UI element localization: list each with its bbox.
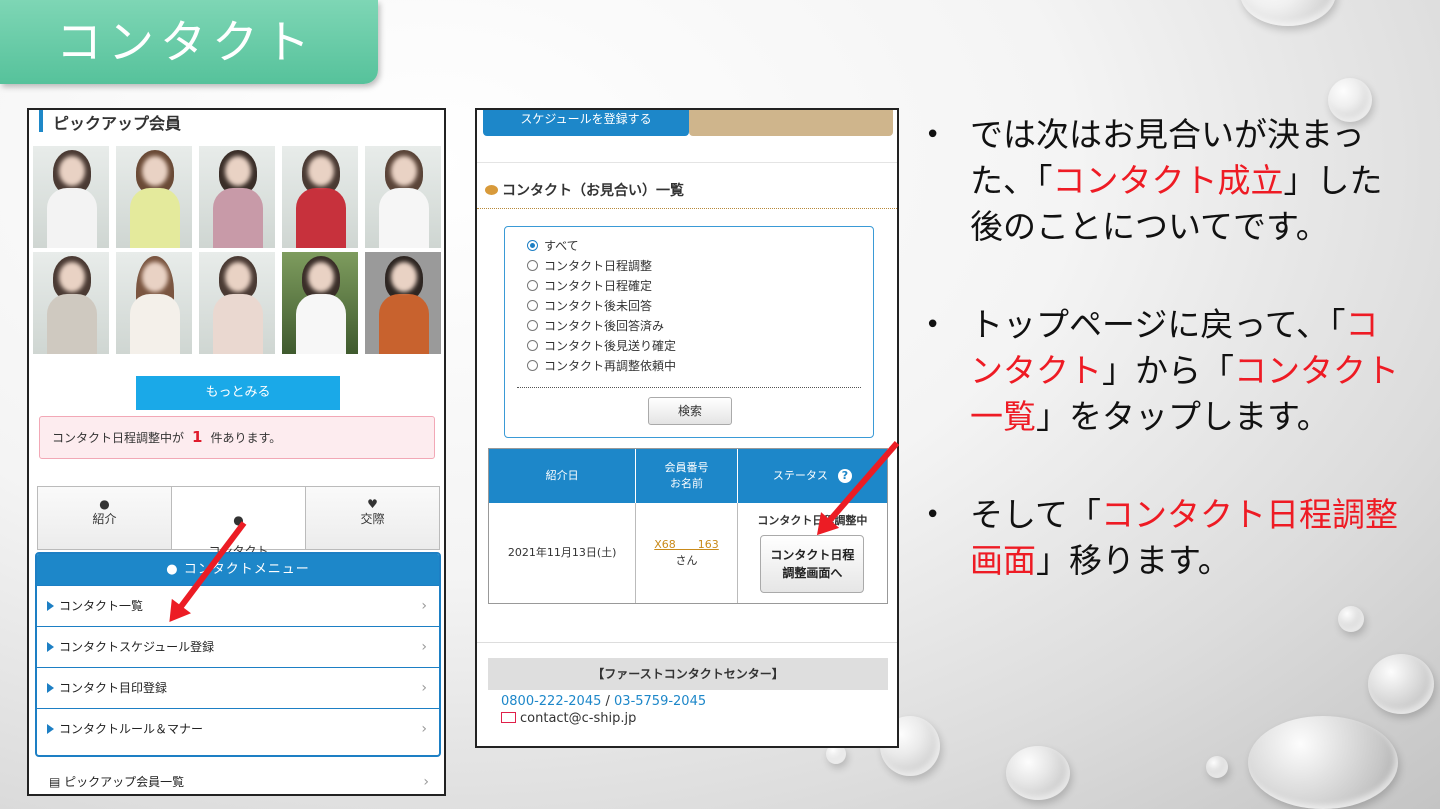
triangle-icon [47, 601, 54, 611]
member-photo[interactable] [282, 146, 358, 248]
radio-icon [527, 260, 538, 271]
divider [517, 387, 861, 388]
menu-item-contact-list[interactable]: コンタクト一覧 › [37, 585, 439, 626]
chevron-right-icon: › [421, 598, 427, 614]
notice-suffix: 件あります。 [210, 431, 282, 445]
pickup-members-header: ピックアップ会員 [39, 110, 181, 133]
radio-icon [527, 320, 538, 331]
heart-icon: ♥ [367, 497, 378, 511]
bullet-point: では次はお見合いが決まった、「コンタクト成立」した後のことについてです。 [925, 112, 1405, 250]
col-date: 紹介日 [489, 449, 637, 503]
email-row: contact@c-ship.jp [488, 711, 888, 726]
radio-icon [527, 280, 538, 291]
phone-link-2[interactable]: 03-5759-2045 [614, 694, 706, 709]
table-header: 紹介日 会員番号 お名前 ステータス? [489, 449, 887, 503]
col-member: 会員番号 お名前 [636, 449, 738, 503]
member-photo[interactable] [116, 252, 192, 354]
water-drop [1006, 746, 1070, 800]
mail-icon [501, 712, 516, 723]
divider [477, 208, 897, 209]
tab-dating[interactable]: ♥ 交際 [306, 487, 439, 549]
notice-prefix: コンタクト日程調整中が [52, 431, 185, 445]
explanation-bullets: では次はお見合いが決まった、「コンタクト成立」した後のことについてです。 トップ… [925, 112, 1405, 636]
contact-list-screenshot: スケジュールを登録する コンタクト（お見合い）一覧 すべて コンタクト日程調整 … [475, 108, 899, 748]
contact-list-title: コンタクト（お見合い）一覧 [485, 180, 684, 200]
menu-item-rules-manners[interactable]: コンタクトルール＆マナー › [37, 708, 439, 749]
contact-menu: ● コンタクトメニュー コンタクト一覧 › コンタクトスケジュール登録 › コンタク… [35, 552, 441, 757]
register-schedule-button[interactable]: スケジュールを登録する [483, 110, 689, 136]
filter-option[interactable]: コンタクト後回答済み [527, 317, 664, 335]
member-photo[interactable] [33, 252, 109, 354]
member-number-link[interactable]: X68 163 [654, 537, 719, 553]
menu-item-mark-register[interactable]: コンタクト目印登録 › [37, 667, 439, 708]
triangle-icon [47, 642, 54, 652]
tab-label: 交際 [360, 512, 385, 526]
chevron-right-icon: › [423, 774, 429, 790]
top-page-screenshot: ピックアップ会員 もっとみる コンタクト日程調整中が 1 件あります。 ● 紹介 ●… [27, 108, 446, 796]
slide-title: コンタクト [0, 0, 378, 84]
member-suffix: さん [675, 554, 698, 567]
radio-icon [527, 340, 538, 351]
triangle-icon [47, 724, 54, 734]
help-icon[interactable]: ? [837, 469, 852, 483]
filter-option[interactable]: コンタクト後未回答 [527, 297, 652, 315]
filter-option[interactable]: コンタクト再調整依頼中 [527, 357, 676, 375]
water-drop [1248, 716, 1398, 809]
member-cell: X68 163 さん [636, 503, 738, 603]
member-photo[interactable] [199, 146, 275, 248]
chevron-right-icon: › [421, 639, 427, 655]
member-photo[interactable] [365, 252, 441, 354]
schedule-notice[interactable]: コンタクト日程調整中が 1 件あります。 [39, 416, 435, 459]
show-more-button[interactable]: もっとみる [136, 376, 340, 410]
search-button[interactable]: 検索 [648, 397, 732, 425]
speech-bubble-icon: ● [166, 562, 184, 577]
category-tabs: ● 紹介 ● コンタクト (お見合い) ♥ 交際 [37, 486, 440, 574]
triangle-icon [47, 683, 54, 693]
member-photo[interactable] [33, 146, 109, 248]
tab-label: 紹介 [92, 512, 117, 526]
radio-icon [527, 300, 538, 311]
phone-link-1[interactable]: 0800-222-2045 [501, 694, 601, 709]
list-icon: ▤ [49, 775, 65, 789]
speech-bubble-icon [485, 185, 498, 195]
email-link[interactable]: contact@c-ship.jp [520, 711, 636, 726]
water-drop [1368, 654, 1434, 714]
status-cell: コンタクト日程調整中 コンタクト日程 調整画面へ [738, 503, 887, 603]
tab-contact[interactable]: ● コンタクト (お見合い) [172, 487, 306, 574]
filter-option[interactable]: コンタクト後見送り確定 [527, 337, 676, 355]
divider [477, 642, 897, 643]
first-contact-title: 【ファーストコンタクトセンター】 [488, 658, 888, 690]
user-icon: ● [99, 497, 110, 511]
chevron-right-icon: › [421, 680, 427, 696]
radio-selected-icon [527, 240, 538, 251]
bullet-point: そして「コンタクト日程調整画面」移ります。 [925, 492, 1405, 584]
member-photo[interactable] [199, 252, 275, 354]
phone-numbers: 0800-222-2045 / 03-5759-2045 [501, 694, 707, 709]
contact-menu-title: ● コンタクトメニュー [37, 554, 439, 585]
first-contact-center: 【ファーストコンタクトセンター】 0800-222-2045 / 03-5759… [488, 658, 888, 746]
chevron-right-icon: › [421, 721, 427, 737]
filter-option[interactable]: コンタクト日程調整 [527, 257, 652, 275]
member-photo-grid [33, 146, 441, 354]
tab-introduction[interactable]: ● 紹介 [38, 487, 172, 549]
menu-item-schedule-register[interactable]: コンタクトスケジュール登録 › [37, 626, 439, 667]
schedule-adjust-button[interactable]: コンタクト日程 調整画面へ [760, 535, 865, 593]
water-drop [1240, 0, 1336, 26]
radio-icon [527, 360, 538, 371]
member-photo[interactable] [282, 252, 358, 354]
water-drop [1206, 756, 1228, 778]
member-photo[interactable] [116, 146, 192, 248]
status-filter: すべて コンタクト日程調整 コンタクト日程確定 コンタクト後未回答 コンタクト後… [504, 226, 874, 438]
notice-count: 1 [192, 428, 203, 446]
pickup-members-list-link[interactable]: ▤ ピックアップ会員一覧 › [35, 768, 441, 794]
divider [477, 162, 897, 163]
filter-option-all[interactable]: すべて [527, 237, 579, 255]
filter-option[interactable]: コンタクト日程確定 [527, 277, 652, 295]
member-photo[interactable] [365, 146, 441, 248]
bullet-point: トップページに戻って、「コンタクト」から「コンタクト一覧」をタップします。 [925, 302, 1405, 440]
secondary-top-button[interactable] [689, 110, 893, 136]
intro-date: 2021年11月13日(土) [489, 503, 637, 603]
